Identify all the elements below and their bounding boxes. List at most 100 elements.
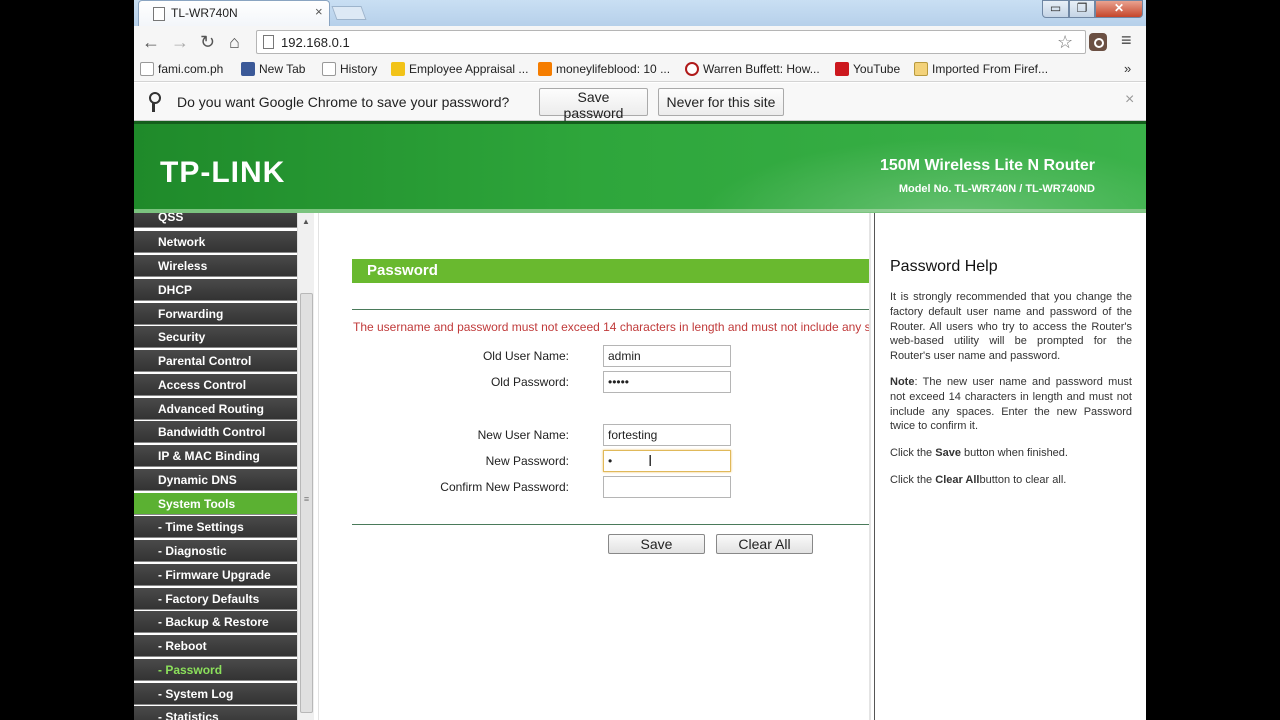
infobar-message: Do you want Google Chrome to save your p…	[177, 94, 510, 110]
menu-item-parental-control[interactable]: Parental Control	[134, 350, 297, 372]
history-icon	[322, 62, 336, 76]
tab-title: TL-WR740N	[171, 6, 238, 20]
menu-item-reboot[interactable]: - Reboot	[134, 635, 297, 657]
save-password-button[interactable]: Save password	[539, 88, 648, 121]
clear-all-button[interactable]: Clear All	[716, 534, 813, 554]
menu-item-qss[interactable]: QSS	[134, 213, 297, 228]
text-cursor-icon: I	[648, 453, 653, 470]
model-number: Model No. TL-WR740N / TL-WR740ND	[898, 183, 1095, 195]
back-icon[interactable]: ←	[142, 32, 160, 52]
note-label: Note	[890, 376, 915, 388]
help-panel: Password Help It is strongly recommended…	[874, 213, 1146, 720]
divider	[352, 309, 871, 310]
url-text[interactable]: 192.168.0.1	[281, 35, 350, 50]
bookmark-warren-buffett[interactable]: Warren Buffett: How...	[685, 62, 820, 76]
hint-text: Click the	[890, 447, 936, 459]
menu-item-dhcp[interactable]: DHCP	[134, 279, 297, 301]
page-title: Password	[352, 259, 871, 283]
menu-item-forwarding[interactable]: Forwarding	[134, 303, 297, 325]
hint-bold: Clear All	[935, 474, 980, 486]
menu-item-access-control[interactable]: Access Control	[134, 374, 297, 396]
bookmark-star-icon[interactable]: ☆	[1057, 32, 1073, 53]
bookmarks-bar: fami.com.ph New Tab History Employee App…	[134, 58, 1146, 82]
warning-text: The username and password must not excee…	[353, 320, 871, 334]
scroll-up-icon[interactable]: ▲	[302, 217, 310, 226]
address-bar[interactable]: 192.168.0.1 ☆	[256, 30, 1086, 54]
new-tab-button[interactable]	[331, 6, 367, 20]
forward-icon[interactable]: →	[171, 32, 189, 52]
save-password-infobar: Do you want Google Chrome to save your p…	[134, 83, 1146, 121]
menu-item-time-settings[interactable]: - Time Settings	[134, 516, 297, 538]
chrome-menu-icon[interactable]: ≡	[1121, 30, 1132, 51]
warren-icon	[685, 62, 699, 76]
appraisal-icon	[391, 62, 405, 76]
save-button[interactable]: Save	[608, 534, 705, 554]
scroll-thumb[interactable]: ≡	[300, 293, 313, 713]
folder-icon	[914, 62, 928, 76]
help-clear-hint: Click the Clear Allbutton to clear all.	[890, 473, 1132, 488]
page-icon	[263, 35, 274, 49]
bookmark-employee-appraisal[interactable]: Employee Appraisal ...	[391, 62, 528, 76]
old-password-label: Old Password:	[490, 375, 569, 389]
help-note: Note: The new user name and password mus…	[890, 375, 1132, 434]
hint-text: button when finished.	[960, 447, 1068, 459]
new-user-name-field[interactable]	[603, 424, 731, 446]
new-password-field[interactable]	[603, 450, 731, 472]
router-menu: QSS Network Wireless DHCP Forwarding Sec…	[134, 213, 297, 720]
menu-item-password[interactable]: - Password	[134, 659, 297, 681]
hint-bold: Save	[935, 447, 961, 459]
help-paragraph: It is strongly recommended that you chan…	[890, 291, 1132, 363]
confirm-password-field[interactable]	[603, 476, 731, 498]
menu-item-factory-defaults[interactable]: - Factory Defaults	[134, 588, 297, 610]
old-user-name-field[interactable]	[603, 345, 731, 367]
new-password-label: New Password:	[485, 454, 569, 468]
bookmark-fami[interactable]: fami.com.ph	[140, 62, 223, 76]
bookmark-youtube[interactable]: YouTube	[835, 62, 900, 76]
reload-icon[interactable]: ↻	[200, 32, 215, 52]
menu-item-firmware-upgrade[interactable]: - Firmware Upgrade	[134, 564, 297, 586]
old-password-field[interactable]	[603, 371, 731, 393]
tp-link-logo: TP-LINK	[160, 156, 286, 189]
bookmark-new-tab[interactable]: New Tab	[241, 62, 305, 76]
menu-item-statistics[interactable]: - Statistics	[134, 706, 297, 720]
menu-scrollbar[interactable]: ▲ ≡	[297, 213, 314, 720]
menu-item-system-log[interactable]: - System Log	[134, 683, 297, 705]
help-title: Password Help	[890, 258, 998, 275]
confirm-password-label: Confirm New Password:	[440, 480, 569, 494]
menu-item-system-tools[interactable]: System Tools	[134, 493, 297, 515]
browser-tab[interactable]: TL-WR740N ×	[138, 0, 330, 26]
title-bar: TL-WR740N × ▭ ❐ ✕	[134, 0, 1146, 26]
old-user-name-label: Old User Name:	[482, 349, 569, 363]
close-window-button[interactable]: ✕	[1095, 0, 1143, 18]
home-icon[interactable]: ⌂	[229, 32, 240, 52]
never-for-this-site-button[interactable]: Never for this site	[658, 88, 784, 116]
page-icon	[153, 7, 165, 21]
note-text: : The new user name and password must no…	[890, 376, 1132, 433]
tab-close-icon[interactable]: ×	[315, 4, 323, 19]
bookmarks-overflow-icon[interactable]: »	[1124, 61, 1131, 76]
menu-item-diagnostic[interactable]: - Diagnostic	[134, 540, 297, 562]
menu-item-advanced-routing[interactable]: Advanced Routing	[134, 398, 297, 420]
extension-icon[interactable]	[1089, 33, 1107, 51]
fami-icon	[140, 62, 154, 76]
router-header: TP-LINK 150M Wireless Lite N Router Mode…	[134, 121, 1146, 213]
divider	[352, 524, 871, 525]
facebook-icon	[241, 62, 255, 76]
menu-item-security[interactable]: Security	[134, 326, 297, 348]
new-user-name-label: New User Name:	[477, 428, 569, 442]
bookmark-imported-folder[interactable]: Imported From Firef...	[914, 62, 1048, 76]
minimize-button[interactable]: ▭	[1042, 0, 1069, 18]
menu-item-ip-mac-binding[interactable]: IP & MAC Binding	[134, 445, 297, 467]
menu-item-wireless[interactable]: Wireless	[134, 255, 297, 277]
bookmark-moneylifeblood[interactable]: moneylifeblood: 10 ...	[538, 62, 670, 76]
menu-item-bandwidth-control[interactable]: Bandwidth Control	[134, 421, 297, 443]
menu-item-network[interactable]: Network	[134, 231, 297, 253]
hint-text: Click the	[890, 474, 936, 486]
panel-divider	[869, 213, 871, 720]
blogger-icon	[538, 62, 552, 76]
infobar-close-icon[interactable]: ×	[1125, 91, 1134, 109]
maximize-button[interactable]: ❐	[1069, 0, 1095, 18]
menu-item-backup-restore[interactable]: - Backup & Restore	[134, 611, 297, 633]
bookmark-history[interactable]: History	[322, 62, 377, 76]
menu-item-dynamic-dns[interactable]: Dynamic DNS	[134, 469, 297, 491]
